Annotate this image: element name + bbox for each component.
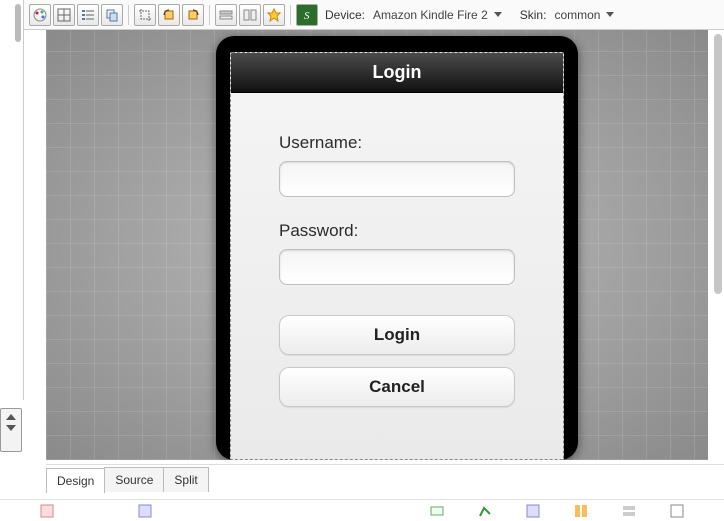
rotate-left-icon[interactable] (158, 4, 180, 26)
crop-icon[interactable] (134, 4, 156, 26)
screen-body: Username: Password: Login Cancel (231, 93, 563, 459)
svg-text:S: S (304, 10, 310, 22)
cancel-button[interactable]: Cancel (279, 367, 515, 407)
editor-toolbar: S Device: Amazon Kindle Fire 2 Skin: com… (24, 0, 724, 30)
side-panel-scrollbar[interactable] (15, 4, 21, 42)
screen-title: Login (373, 62, 422, 83)
skin-dropdown[interactable]: common (550, 6, 618, 24)
password-input[interactable] (279, 249, 515, 285)
login-button[interactable]: Login (279, 315, 515, 355)
scrollbar-thumb[interactable] (714, 34, 722, 294)
tab-design[interactable]: Design (46, 468, 105, 493)
editor-tabs: Design Source Split (46, 464, 724, 492)
username-label: Username: (279, 133, 515, 153)
rotate-right-icon[interactable] (182, 4, 204, 26)
script-icon[interactable]: S (296, 4, 318, 26)
columns-icon[interactable] (239, 4, 261, 26)
star-icon[interactable] (263, 4, 285, 26)
chevron-down-icon (606, 12, 614, 17)
status-icon-6[interactable] (574, 504, 588, 518)
design-canvas[interactable]: Login Username: Password: Login Cancel (46, 30, 708, 460)
tab-source[interactable]: Source (104, 467, 164, 492)
list-icon[interactable] (77, 4, 99, 26)
status-icon-5[interactable] (526, 504, 540, 518)
skin-dropdown-value: common (554, 8, 600, 22)
device-screen[interactable]: Login Username: Password: Login Cancel (230, 52, 564, 460)
grid-icon[interactable] (53, 4, 75, 26)
password-label: Password: (279, 221, 515, 241)
chevron-up-icon (6, 414, 16, 420)
device-dropdown[interactable]: Amazon Kindle Fire 2 (369, 6, 506, 24)
chevron-down-icon (6, 425, 16, 431)
canvas-scrollbar[interactable] (714, 34, 722, 454)
status-icon-1[interactable] (40, 504, 54, 518)
side-panel-sliver (0, 0, 24, 400)
username-input[interactable] (279, 161, 515, 197)
status-icon-4[interactable] (478, 504, 492, 518)
align-icon[interactable] (215, 4, 237, 26)
skin-label: Skin: (520, 8, 547, 22)
chevron-down-icon (494, 12, 502, 17)
status-icon-2[interactable] (138, 504, 152, 518)
palette-icon[interactable] (29, 4, 51, 26)
tab-split[interactable]: Split (163, 467, 208, 492)
screen-titlebar[interactable]: Login (231, 53, 563, 93)
status-icon-7[interactable] (622, 504, 636, 518)
side-panel-toggle[interactable] (0, 408, 22, 452)
device-label: Device: (325, 8, 365, 22)
status-bar (0, 499, 724, 521)
device-dropdown-value: Amazon Kindle Fire 2 (373, 8, 488, 22)
device-frame: Login Username: Password: Login Cancel (216, 36, 578, 460)
status-icon-8[interactable] (670, 504, 684, 518)
copy-icon[interactable] (101, 4, 123, 26)
status-icon-3[interactable] (430, 504, 444, 518)
